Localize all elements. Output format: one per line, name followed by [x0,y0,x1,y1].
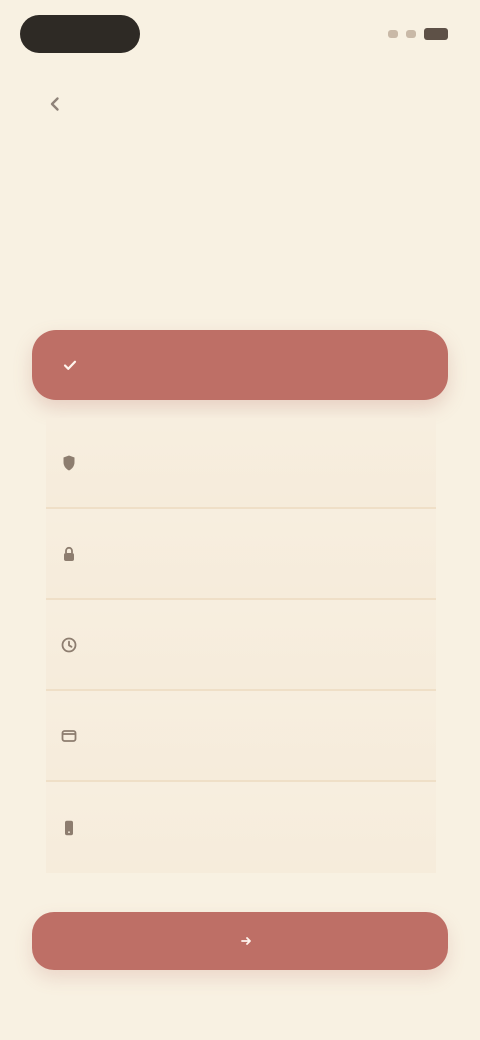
status-time-pill [20,15,140,53]
lock-icon [56,541,82,567]
shield-icon [56,450,82,476]
option-row[interactable] [46,418,436,509]
phone-icon [56,815,82,841]
battery-icon [424,28,448,40]
status-icons [388,28,448,40]
option-row[interactable] [46,600,436,691]
chevron-left-icon[interactable] [46,95,64,113]
option-row[interactable] [46,691,436,782]
selected-option-card[interactable] [32,330,448,400]
clock-icon [56,632,82,658]
options-list [46,418,436,873]
status-bar [20,10,460,58]
wifi-icon [406,30,416,38]
option-row[interactable] [46,782,436,873]
continue-button[interactable] [32,912,448,970]
option-row[interactable] [46,509,436,600]
card-icon [56,723,82,749]
check-icon [62,357,78,373]
signal-icon [388,30,398,38]
intro-section [34,186,446,204]
back-header [46,88,450,120]
arrow-right-icon [239,934,253,948]
